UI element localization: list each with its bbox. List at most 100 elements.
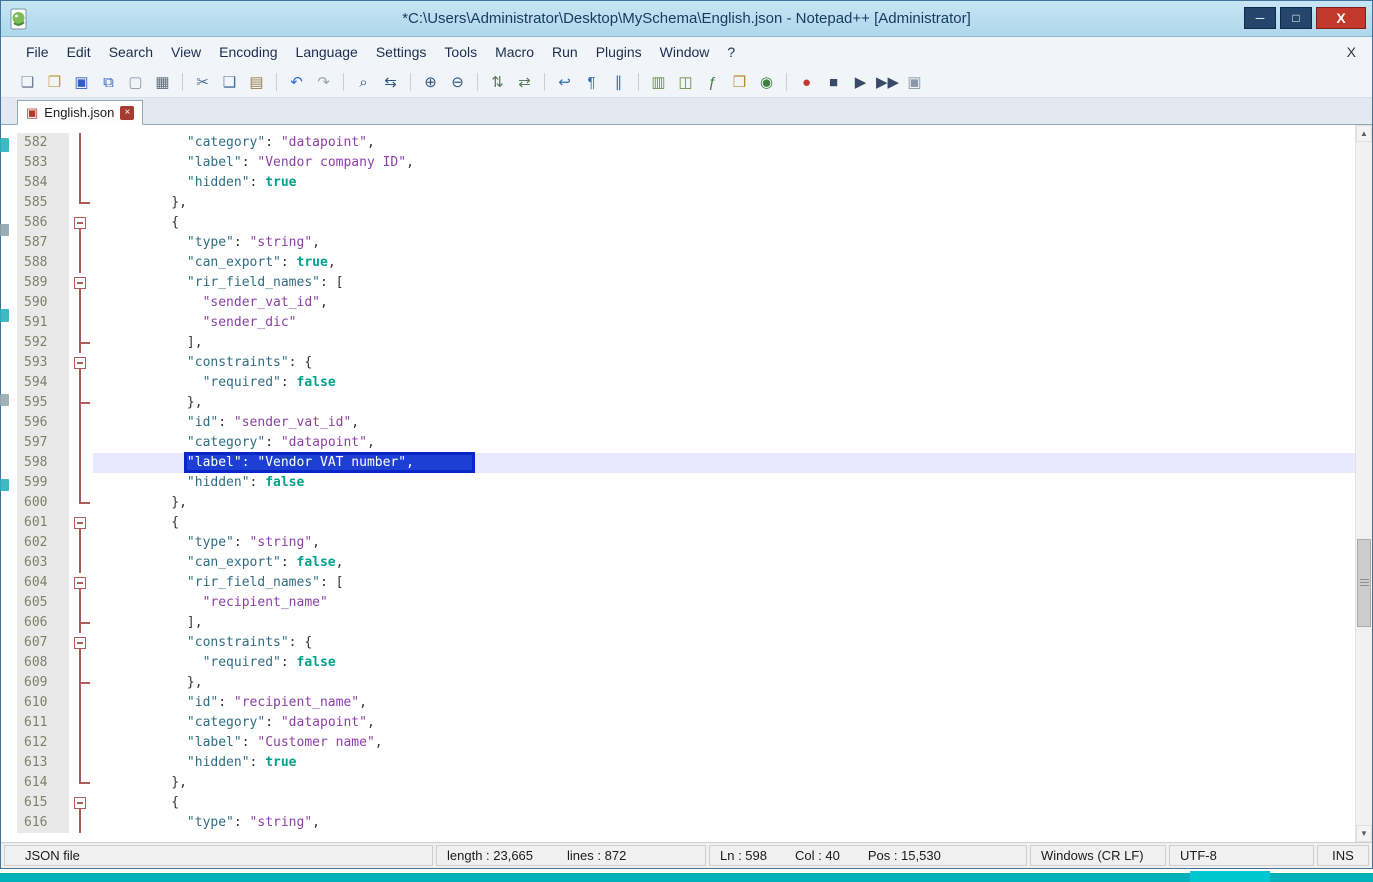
scrollbar-thumb[interactable] bbox=[1357, 539, 1371, 627]
code-line-text[interactable]: "id": "recipient_name", bbox=[93, 693, 1355, 713]
undo-icon[interactable]: ↶ bbox=[284, 71, 309, 94]
code-line-text[interactable]: { bbox=[93, 793, 1355, 813]
code-line[interactable]: 594 "required": false bbox=[17, 373, 1355, 393]
status-insert-mode[interactable]: INS bbox=[1317, 845, 1369, 866]
fold-margin[interactable] bbox=[69, 793, 93, 813]
code-line-text[interactable]: "hidden": false bbox=[93, 473, 1355, 493]
line-number[interactable]: 587 bbox=[17, 233, 69, 253]
code-line-text[interactable]: "can_export": false, bbox=[93, 553, 1355, 573]
code-line-text[interactable]: }, bbox=[93, 393, 1355, 413]
code-line[interactable]: 583 "label": "Vendor company ID", bbox=[17, 153, 1355, 173]
status-encoding[interactable]: UTF-8 bbox=[1169, 845, 1314, 866]
menu-plugins[interactable]: Plugins bbox=[587, 44, 651, 60]
fold-margin[interactable] bbox=[69, 353, 93, 373]
code-line[interactable]: 599 "hidden": false bbox=[17, 473, 1355, 493]
indent-guide-icon[interactable]: ∥ bbox=[606, 71, 631, 94]
code-line-text[interactable]: "can_export": true, bbox=[93, 253, 1355, 273]
menubar-close-button[interactable]: X bbox=[1347, 44, 1356, 60]
code-line[interactable]: 607 "constraints": { bbox=[17, 633, 1355, 653]
open-file-icon[interactable]: ❒ bbox=[42, 71, 67, 94]
code-line-text[interactable]: "rir_field_names": [ bbox=[93, 573, 1355, 593]
redo-icon[interactable]: ↷ bbox=[311, 71, 336, 94]
minimize-button[interactable]: ─ bbox=[1244, 7, 1276, 29]
tab-english-json[interactable]: ▣ English.json × bbox=[17, 100, 143, 125]
code-line-text[interactable]: }, bbox=[93, 193, 1355, 213]
menu-file[interactable]: File bbox=[17, 44, 58, 60]
line-number[interactable]: 591 bbox=[17, 313, 69, 333]
cut-icon[interactable]: ✂ bbox=[190, 71, 215, 94]
monitoring-icon[interactable]: ◉ bbox=[754, 71, 779, 94]
line-number[interactable]: 606 bbox=[17, 613, 69, 633]
fold-collapse-icon[interactable] bbox=[74, 637, 86, 649]
line-number[interactable]: 597 bbox=[17, 433, 69, 453]
function-list-icon[interactable]: ƒ bbox=[700, 71, 725, 94]
fold-margin[interactable] bbox=[69, 633, 93, 653]
fold-margin[interactable] bbox=[69, 273, 93, 293]
macro-record-icon[interactable]: ● bbox=[794, 71, 819, 94]
code-line[interactable]: 596 "id": "sender_vat_id", bbox=[17, 413, 1355, 433]
code-line[interactable]: 582 "category": "datapoint", bbox=[17, 133, 1355, 153]
code-line[interactable]: 601 { bbox=[17, 513, 1355, 533]
line-number[interactable]: 610 bbox=[17, 693, 69, 713]
line-number[interactable]: 616 bbox=[17, 813, 69, 833]
line-number[interactable]: 596 bbox=[17, 413, 69, 433]
print-icon[interactable]: ▦ bbox=[150, 71, 175, 94]
word-wrap-icon[interactable]: ↩ bbox=[552, 71, 577, 94]
line-number[interactable]: 608 bbox=[17, 653, 69, 673]
code-line[interactable]: 591 "sender_dic" bbox=[17, 313, 1355, 333]
scroll-up-icon[interactable]: ▲ bbox=[1356, 125, 1372, 142]
line-number[interactable]: 614 bbox=[17, 773, 69, 793]
line-number[interactable]: 589 bbox=[17, 273, 69, 293]
code-line[interactable]: 588 "can_export": true, bbox=[17, 253, 1355, 273]
zoom-in-icon[interactable]: ⊕ bbox=[418, 71, 443, 94]
fold-collapse-icon[interactable] bbox=[74, 577, 86, 589]
line-number[interactable]: 615 bbox=[17, 793, 69, 813]
sync-vertical-icon[interactable]: ⇅ bbox=[485, 71, 510, 94]
line-number[interactable]: 603 bbox=[17, 553, 69, 573]
code-line-text[interactable]: ], bbox=[93, 333, 1355, 353]
macro-stop-icon[interactable]: ■ bbox=[821, 71, 846, 94]
code-line-text[interactable]: "hidden": true bbox=[93, 173, 1355, 193]
code-line-text[interactable]: "type": "string", bbox=[93, 813, 1355, 833]
scroll-down-icon[interactable]: ▼ bbox=[1356, 825, 1372, 842]
code-line[interactable]: 585 }, bbox=[17, 193, 1355, 213]
code-line-text[interactable]: "sender_dic" bbox=[93, 313, 1355, 333]
code-line-text[interactable]: "type": "string", bbox=[93, 233, 1355, 253]
code-line-text[interactable]: "label": "Vendor company ID", bbox=[93, 153, 1355, 173]
code-line-text[interactable]: "id": "sender_vat_id", bbox=[93, 413, 1355, 433]
fold-collapse-icon[interactable] bbox=[74, 797, 86, 809]
line-number[interactable]: 584 bbox=[17, 173, 69, 193]
code-line[interactable]: 593 "constraints": { bbox=[17, 353, 1355, 373]
line-number[interactable]: 593 bbox=[17, 353, 69, 373]
title-bar[interactable]: *C:\Users\Administrator\Desktop\MySchema… bbox=[1, 1, 1372, 37]
code-line-text[interactable]: "category": "datapoint", bbox=[93, 133, 1355, 153]
code-line[interactable]: 615 { bbox=[17, 793, 1355, 813]
status-eol-format[interactable]: Windows (CR LF) bbox=[1030, 845, 1166, 866]
code-line-text[interactable]: "required": false bbox=[93, 373, 1355, 393]
line-number[interactable]: 599 bbox=[17, 473, 69, 493]
line-number[interactable]: 611 bbox=[17, 713, 69, 733]
code-line[interactable]: 609 }, bbox=[17, 673, 1355, 693]
line-number[interactable]: 592 bbox=[17, 333, 69, 353]
code-line[interactable]: 597 "category": "datapoint", bbox=[17, 433, 1355, 453]
fold-collapse-icon[interactable] bbox=[74, 277, 86, 289]
code-line[interactable]: 586 { bbox=[17, 213, 1355, 233]
code-line-text[interactable]: }, bbox=[93, 493, 1355, 513]
code-line-text[interactable]: { bbox=[93, 513, 1355, 533]
line-number[interactable]: 609 bbox=[17, 673, 69, 693]
code-line[interactable]: 587 "type": "string", bbox=[17, 233, 1355, 253]
folder-workspace-icon[interactable]: ❒ bbox=[727, 71, 752, 94]
macro-save-icon[interactable]: ▣ bbox=[902, 71, 927, 94]
menu-search[interactable]: Search bbox=[100, 44, 162, 60]
code-line-text[interactable]: "hidden": true bbox=[93, 753, 1355, 773]
code-line[interactable]: 592 ], bbox=[17, 333, 1355, 353]
menu-language[interactable]: Language bbox=[287, 44, 367, 60]
copy-icon[interactable]: ❑ bbox=[217, 71, 242, 94]
code-line-text[interactable]: "sender_vat_id", bbox=[93, 293, 1355, 313]
menu-window[interactable]: Window bbox=[651, 44, 719, 60]
menu-help[interactable]: ? bbox=[718, 44, 744, 60]
code-line[interactable]: 610 "id": "recipient_name", bbox=[17, 693, 1355, 713]
fold-collapse-icon[interactable] bbox=[74, 517, 86, 529]
editor[interactable]: 582 "category": "datapoint",583 "label":… bbox=[1, 125, 1372, 842]
code-line[interactable]: 604 "rir_field_names": [ bbox=[17, 573, 1355, 593]
